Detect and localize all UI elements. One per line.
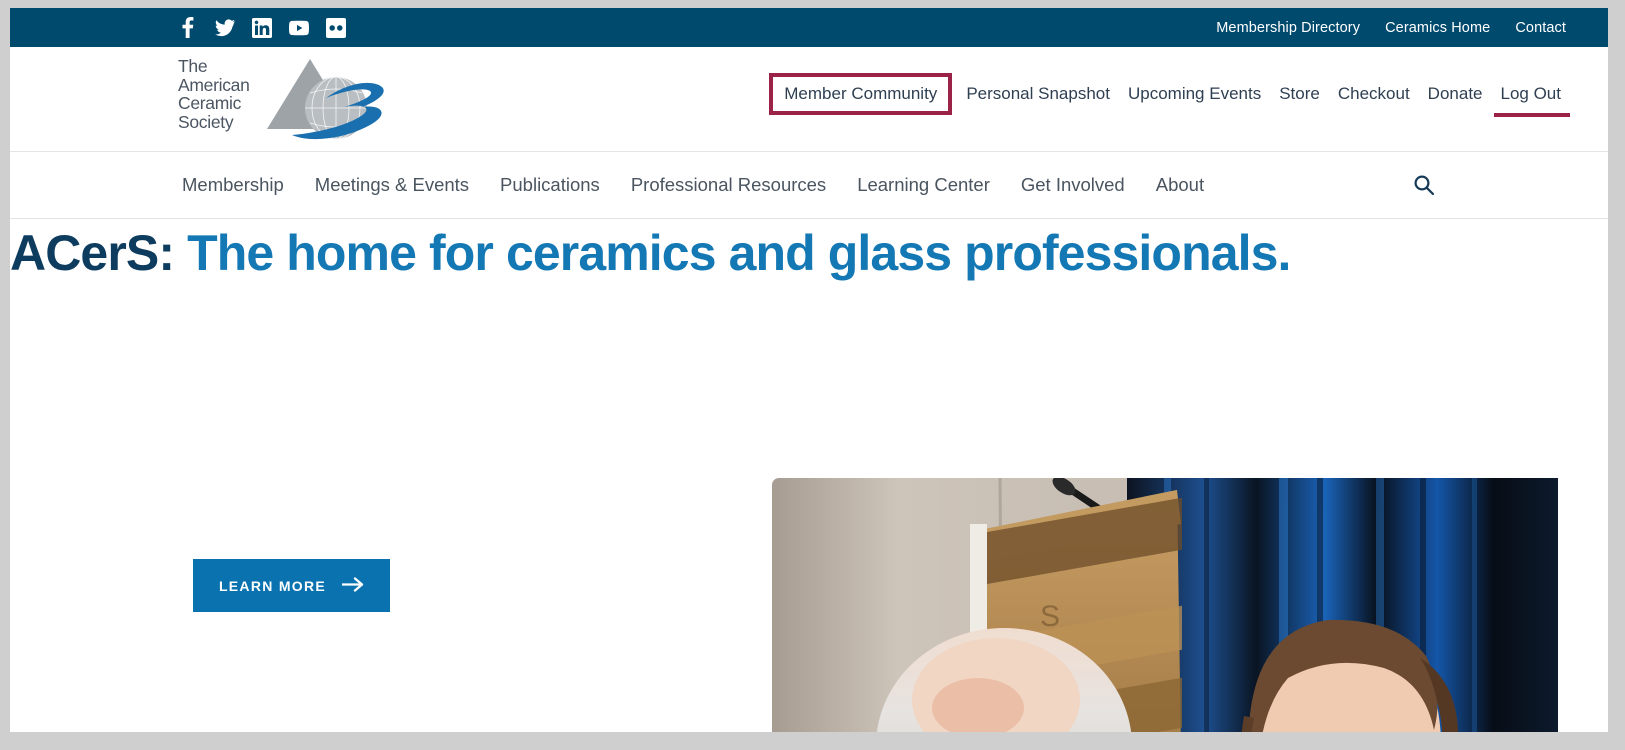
logo-globe-icon — [267, 59, 384, 140]
site-logo[interactable]: The American Ceramic Society — [178, 53, 406, 145]
utility-links: Membership Directory Ceramics Home Conta… — [1216, 8, 1566, 47]
learn-more-button[interactable]: LEARN MORE — [193, 559, 390, 612]
search-icon[interactable] — [1409, 170, 1439, 200]
hero-section: ACerS: The home for ceramics and glass p… — [10, 219, 1608, 732]
main-nav-items: Membership Meetings & Events Publication… — [182, 174, 1204, 196]
learn-more-label: LEARN MORE — [218, 577, 327, 594]
hero-heading: ACerS: The home for ceramics and glass p… — [10, 219, 1608, 288]
youtube-icon[interactable] — [289, 18, 309, 38]
main-nav-item-get-involved[interactable]: Get Involved — [1021, 174, 1125, 196]
utility-link-ceramics-home[interactable]: Ceramics Home — [1385, 20, 1490, 36]
main-nav-item-membership[interactable]: Membership — [182, 174, 284, 196]
utility-link-contact[interactable]: Contact — [1515, 20, 1566, 36]
main-nav-item-meetings-events[interactable]: Meetings & Events — [315, 174, 469, 196]
member-nav: Member Community Personal Snapshot Upcom… — [769, 73, 1571, 117]
social-links — [178, 8, 346, 47]
flickr-icon[interactable] — [326, 17, 346, 38]
utility-bar: Membership Directory Ceramics Home Conta… — [10, 8, 1608, 47]
main-nav-item-about[interactable]: About — [1156, 174, 1204, 196]
arrow-right-icon — [340, 576, 364, 595]
main-nav-item-learning-center[interactable]: Learning Center — [857, 174, 990, 196]
member-nav-item-upcoming-events[interactable]: Upcoming Events — [1119, 81, 1270, 107]
facebook-icon[interactable] — [178, 17, 198, 38]
hero-heading-prefix: ACerS: — [10, 225, 175, 281]
member-nav-item-personal-snapshot[interactable]: Personal Snapshot — [957, 81, 1119, 107]
masthead: The American Ceramic Society Member Comm… — [10, 47, 1608, 152]
linkedin-icon[interactable] — [252, 17, 272, 38]
main-nav-item-publications[interactable]: Publications — [500, 174, 600, 196]
page-frame: Membership Directory Ceramics Home Conta… — [10, 8, 1608, 732]
twitter-icon[interactable] — [215, 18, 235, 38]
member-nav-item-donate[interactable]: Donate — [1419, 81, 1492, 107]
member-nav-item-checkout[interactable]: Checkout — [1329, 81, 1419, 107]
member-nav-item-store[interactable]: Store — [1270, 81, 1329, 107]
member-nav-item-member-community[interactable]: Member Community — [769, 73, 953, 115]
main-nav: Membership Meetings & Events Publication… — [10, 152, 1608, 219]
main-nav-item-professional-resources[interactable]: Professional Resources — [631, 174, 826, 196]
utility-link-membership-directory[interactable]: Membership Directory — [1216, 20, 1360, 36]
hero-heading-rest: The home for ceramics and glass professi… — [174, 225, 1291, 281]
hero-image: S — [772, 478, 1558, 732]
svg-text:S: S — [1040, 600, 1060, 633]
member-nav-item-log-out[interactable]: Log Out — [1492, 81, 1571, 117]
